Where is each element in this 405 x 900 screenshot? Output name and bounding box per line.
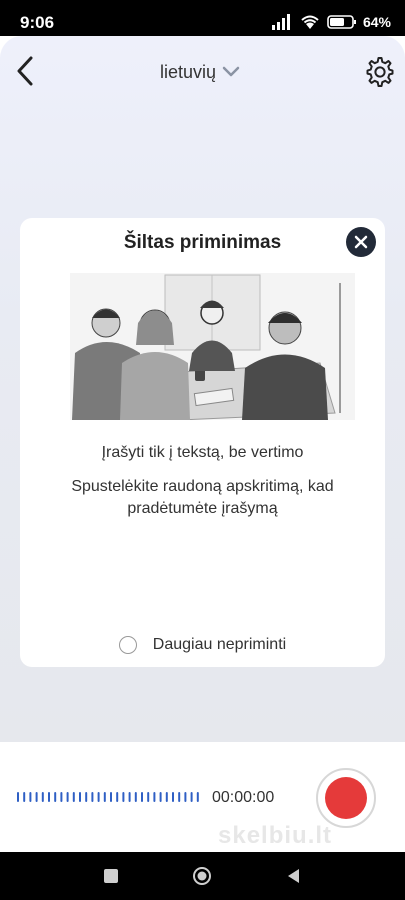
waveform-bar (17, 792, 19, 802)
recording-timer: 00:00:00 (212, 789, 275, 806)
waveform-bar (159, 792, 162, 802)
close-icon (354, 235, 368, 249)
waveform-bar (103, 792, 106, 802)
waveform-bar (165, 792, 168, 802)
signal-icon (271, 14, 290, 30)
chevron-down-icon (222, 66, 240, 77)
waveform-bar (196, 792, 199, 802)
language-label: lietuvių (160, 61, 217, 82)
waveform-bar (190, 792, 193, 802)
waveform-indicator (17, 792, 199, 802)
waveform-bar (184, 792, 187, 802)
waveform-bar (134, 792, 137, 802)
status-icons: 64% (271, 12, 391, 32)
dialog-title: Šiltas priminimas (123, 232, 282, 253)
back-arrow-icon[interactable] (12, 54, 38, 88)
battery-icon (327, 15, 356, 29)
home-circle-icon[interactable] (192, 866, 212, 886)
waveform-bar (41, 792, 44, 802)
waveform-bar (153, 792, 156, 802)
waveform-bar (147, 792, 150, 802)
waveform-bar (97, 792, 100, 802)
waveform-bar (172, 792, 174, 802)
waveform-bar (29, 792, 32, 802)
recorder-panel: 00:00:00 skelbiu.lt (0, 742, 405, 852)
meeting-illustration (70, 273, 355, 420)
battery-percent: 64% (362, 14, 391, 30)
language-selector[interactable]: lietuvių (160, 58, 240, 86)
waveform-bar (85, 792, 88, 802)
reminder-dialog: Šiltas priminimas Įrašyti tik į tekstą, … (20, 218, 385, 667)
gear-icon[interactable] (364, 56, 396, 88)
wifi-icon (301, 15, 319, 29)
waveform-bar (60, 792, 63, 802)
status-time: 9:06 (20, 13, 55, 32)
waveform-bar (79, 792, 81, 802)
waveform-bar (178, 792, 181, 802)
close-button[interactable] (346, 227, 376, 257)
waveform-bar (141, 792, 143, 802)
record-button[interactable] (316, 768, 376, 828)
waveform-bar (54, 792, 57, 802)
system-nav-bar (0, 852, 405, 900)
hint-transcribe-only: Įrašyti tik į tekstą, be vertimo (101, 444, 304, 461)
waveform-bar (48, 792, 50, 802)
waveform-bar (72, 792, 75, 802)
waveform-bar (116, 792, 119, 802)
waveform-bar (66, 792, 69, 802)
waveform-bar (35, 792, 38, 802)
watermark: skelbiu.lt (218, 822, 333, 849)
waveform-bar (122, 792, 125, 802)
status-bar: 9:06 64% (0, 0, 405, 36)
waveform-bar (110, 792, 112, 802)
back-triangle-icon[interactable] (284, 866, 304, 886)
dont-remind-option[interactable]: Daugiau nepriminti (20, 634, 385, 656)
hint-tap-red-circle: Spustelėkite raudoną apskritimą, kad pra… (71, 478, 334, 517)
waveform-bar (128, 792, 131, 802)
waveform-bar (91, 792, 94, 802)
record-dot-icon (325, 777, 367, 819)
dont-remind-label: Daugiau nepriminti (152, 636, 287, 653)
waveform-bar (23, 792, 26, 802)
dont-remind-radio[interactable] (118, 636, 137, 654)
recents-square-icon[interactable] (101, 866, 121, 886)
